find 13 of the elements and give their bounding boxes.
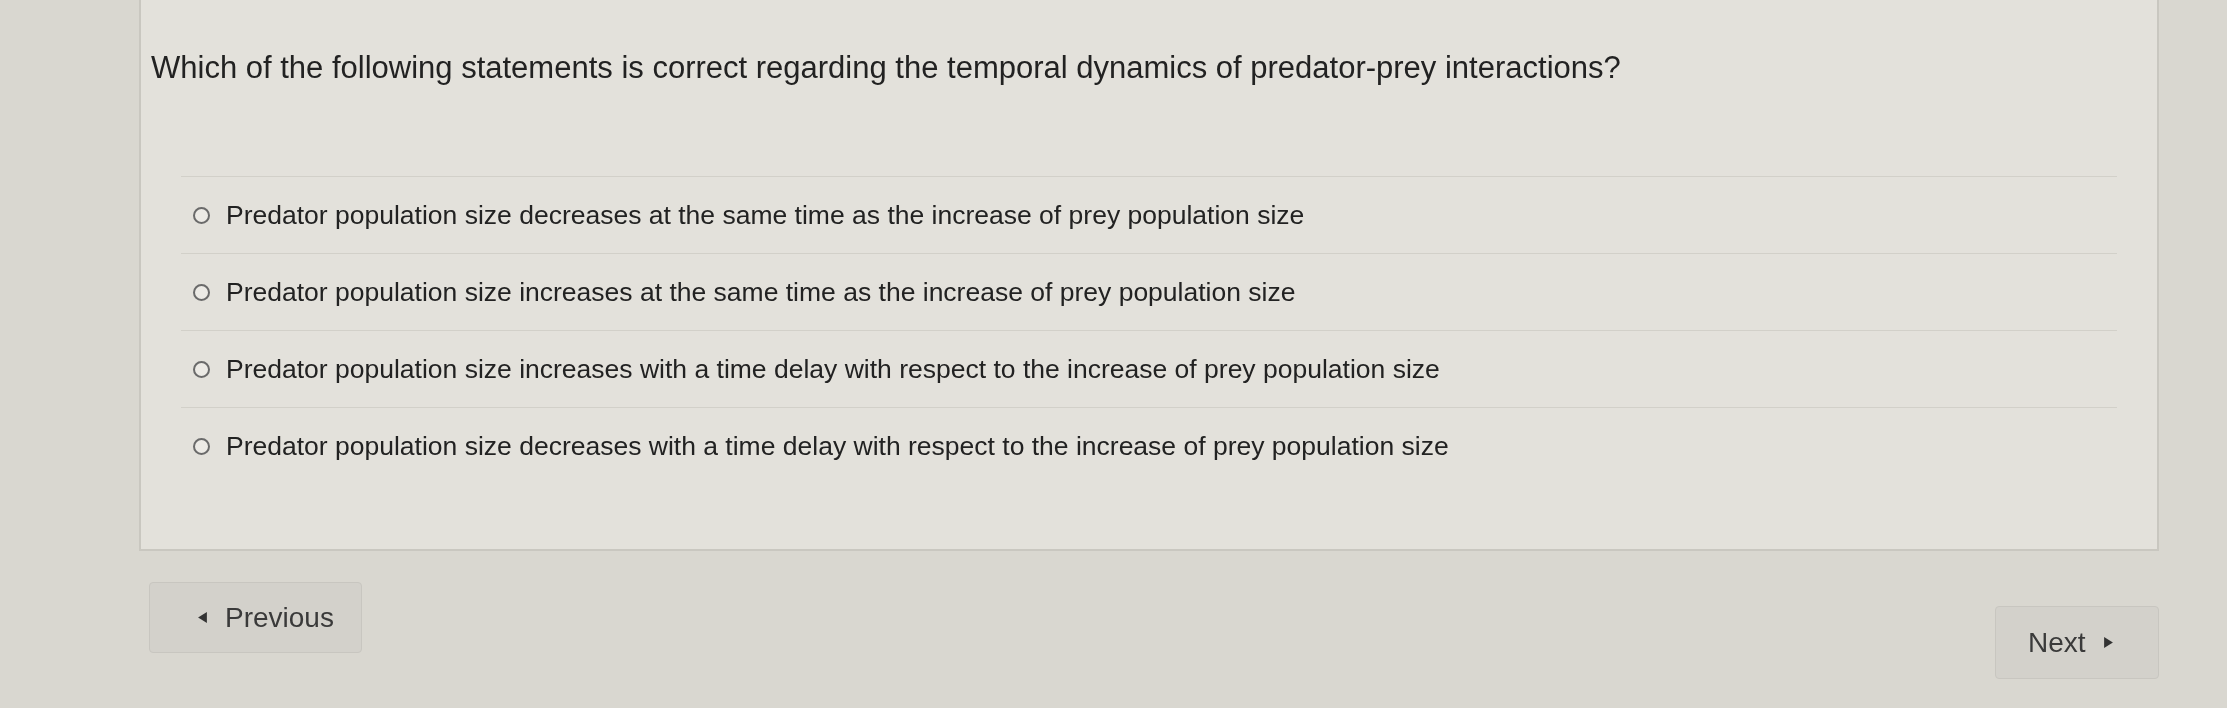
radio-button[interactable] <box>193 206 210 224</box>
next-button[interactable]: Next <box>1995 606 2159 679</box>
caret-left-icon <box>198 612 207 623</box>
option-text[interactable]: Predator population size increases with a time delay with respect to the increase of prey population size <box>226 353 1440 385</box>
previous-button[interactable]: Previous <box>149 582 362 653</box>
option-text[interactable]: Predator population size decreases at the same time as the increase of prey population size <box>226 199 1305 231</box>
radio-button[interactable] <box>193 283 210 301</box>
option-text[interactable]: Predator population size increases at the same time as the increase of prey population size <box>226 276 1296 308</box>
question-text: Which of the following statements is correct regarding the temporal dynamics of predator-prey interactions? <box>151 50 1622 86</box>
caret-right-icon <box>2103 637 2113 648</box>
radio-button[interactable] <box>193 437 210 455</box>
radio-button[interactable] <box>193 360 210 378</box>
option-text[interactable]: Predator population size decreases with a time delay with respect to the increase of prey population size <box>226 430 1449 462</box>
